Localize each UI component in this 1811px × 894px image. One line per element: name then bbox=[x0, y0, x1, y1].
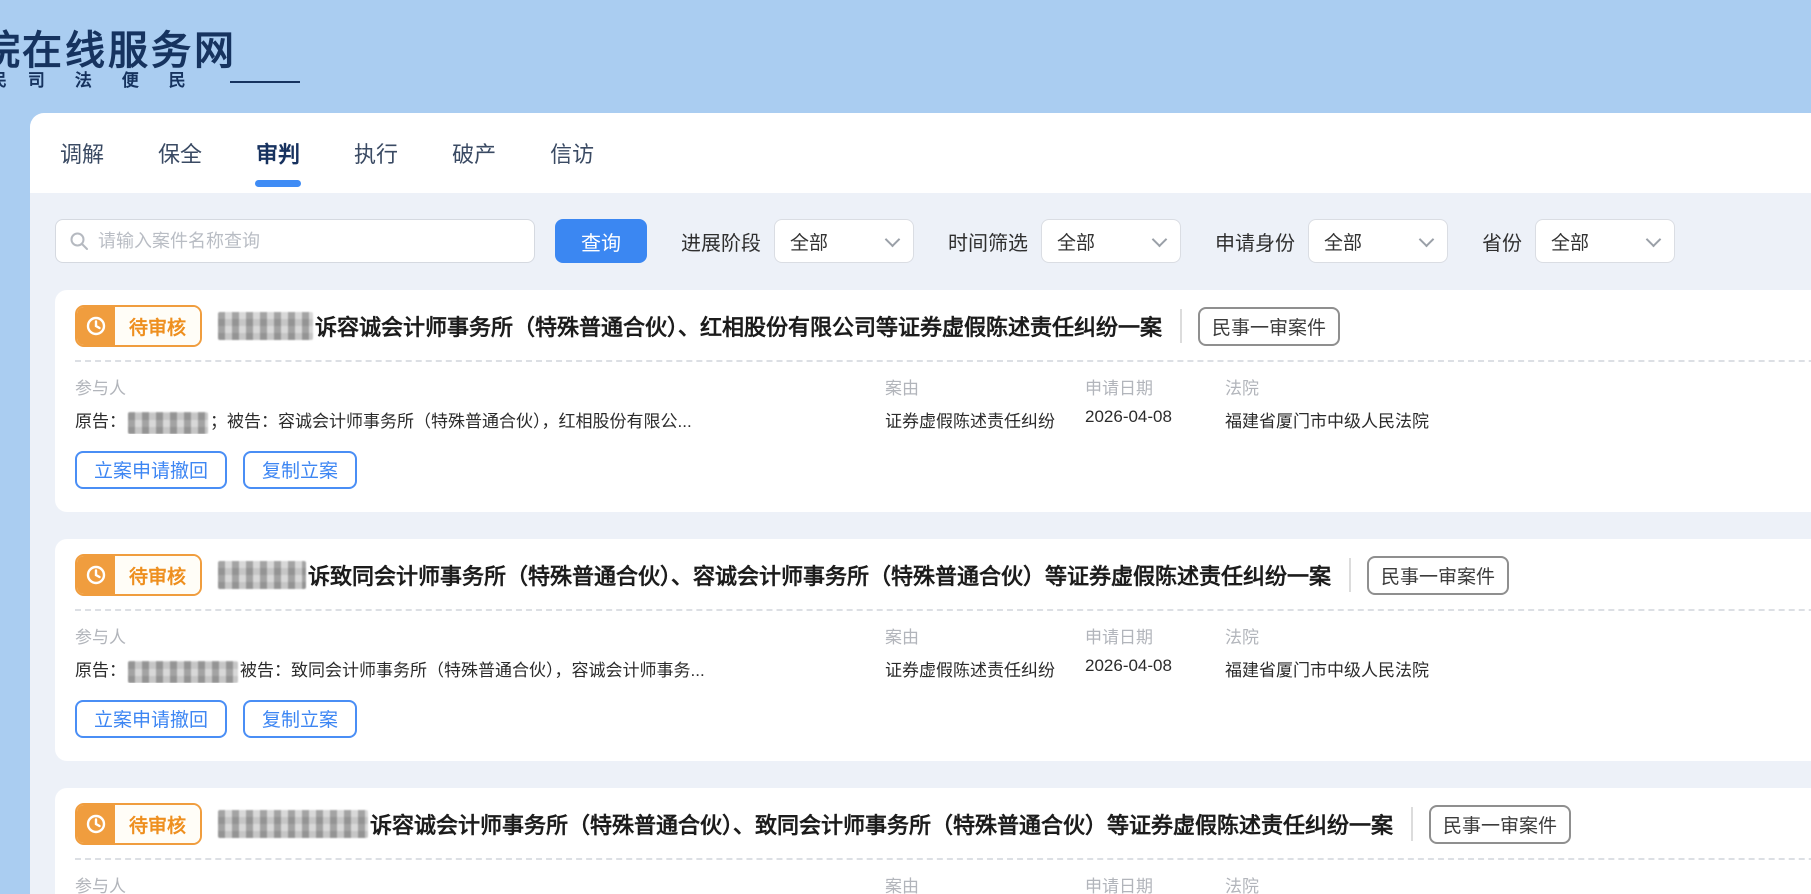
redacted-plaintiff-name bbox=[218, 810, 369, 838]
case-title-row: 待审核 诉致同会计师事务所（特殊普通合伙）、容诚会计师事务所（特殊普通合伙）等证… bbox=[75, 554, 1811, 596]
tab-bankruptcy[interactable]: 破产 bbox=[452, 113, 496, 193]
case-type-tag: 民事一审案件 bbox=[1198, 306, 1341, 346]
copy-filing-button[interactable]: 复制立案 bbox=[243, 699, 358, 738]
search-icon bbox=[70, 232, 88, 250]
province-select[interactable]: 全部 bbox=[1535, 219, 1675, 263]
cause-value: 证券虚假陈述责任纠纷 bbox=[885, 661, 1055, 680]
site-header: 院在线服务网 民 司 法 便 民 bbox=[0, 0, 1811, 100]
filter-progress-stage: 进展阶段 全部 bbox=[681, 219, 914, 263]
case-detail-grid: 参与人 原告： 被告：致同会计师事务所（特殊普通合伙），容诚会计师事务... 案由… bbox=[75, 623, 1811, 683]
cause-value: 证券虚假陈述责任纠纷 bbox=[885, 412, 1055, 431]
tab-petition[interactable]: 信访 bbox=[550, 113, 594, 193]
case-card: 待审核 诉容诚会计师事务所（特殊普通合伙）、致同会计师事务所（特殊普通合伙）等证… bbox=[55, 788, 1811, 894]
filter-label: 省份 bbox=[1482, 232, 1522, 255]
redacted-plaintiff-name bbox=[128, 411, 208, 434]
participants-value: 原告： ；被告：容诚会计师事务所（特殊普通合伙），红相股份有限公... bbox=[75, 407, 885, 434]
court-col: 法院 福建省厦门市中级人民法院 bbox=[1225, 623, 1811, 683]
filter-time: 时间筛选 全部 bbox=[948, 219, 1181, 263]
chevron-down-icon bbox=[1645, 231, 1662, 247]
main-panel: 调解 保全 审判 执行 破产 信访 查询 进展阶段 全部 bbox=[30, 113, 1811, 894]
withdraw-filing-button[interactable]: 立案申请撤回 bbox=[75, 450, 228, 489]
cause-col: 案由 证券虚假陈述责任纠纷 bbox=[885, 623, 1085, 683]
case-type-tag: 民事一审案件 bbox=[1429, 804, 1572, 844]
clock-icon bbox=[77, 805, 115, 843]
filter-row: 查询 进展阶段 全部 时间筛选 全部 申请身份 全部 bbox=[55, 219, 1811, 263]
case-type-tag: 民事一审案件 bbox=[1367, 555, 1510, 595]
filter-label: 时间筛选 bbox=[948, 232, 1028, 255]
case-detail-grid: 参与人 原告： ；被告：容诚会计师事务所（特殊普通合伙），红相股份有限公... 案… bbox=[75, 374, 1811, 434]
progress-stage-select[interactable]: 全部 bbox=[774, 219, 914, 263]
tagline-text: 司 法 便 民 bbox=[27, 71, 198, 91]
chevron-down-icon bbox=[1418, 231, 1435, 247]
dashed-divider bbox=[75, 858, 1811, 860]
case-title: 诉容诚会计师事务所（特殊普通合伙）、红相股份有限公司等证券虚假陈述责任纠纷一案 bbox=[315, 315, 1163, 340]
status-badge: 待审核 bbox=[75, 554, 203, 596]
participants-col: 参与人 原告： 被告：致同会计师事务所（特殊普通合伙），容诚会计师事务... bbox=[75, 623, 885, 683]
date-col: 申请日期 bbox=[1085, 877, 1153, 894]
title-tag-divider bbox=[1349, 558, 1352, 592]
tab-enforcement[interactable]: 执行 bbox=[354, 113, 398, 193]
card-actions: 立案申请撤回 复制立案 bbox=[75, 699, 1811, 738]
clock-icon bbox=[77, 307, 115, 345]
tab-mediation[interactable]: 调解 bbox=[60, 113, 104, 193]
chevron-down-icon bbox=[884, 231, 901, 247]
date-value: 2026-04-08 bbox=[1085, 656, 1172, 675]
redacted-plaintiff-name bbox=[128, 660, 238, 683]
title-tag-divider bbox=[1411, 807, 1414, 841]
clock-icon bbox=[77, 556, 115, 594]
copy-filing-button[interactable]: 复制立案 bbox=[243, 450, 358, 489]
filter-label: 进展阶段 bbox=[681, 232, 761, 255]
time-filter-select[interactable]: 全部 bbox=[1041, 219, 1181, 263]
search-button[interactable]: 查询 bbox=[555, 219, 647, 263]
applicant-identity-select[interactable]: 全部 bbox=[1308, 219, 1448, 263]
content-area: 查询 进展阶段 全部 时间筛选 全部 申请身份 全部 bbox=[30, 193, 1811, 894]
status-badge-label: 待审核 bbox=[115, 307, 201, 345]
tab-bar: 调解 保全 审判 执行 破产 信访 bbox=[30, 113, 1811, 193]
cause-col: 案由 bbox=[885, 877, 919, 894]
participants-col: 参与人 bbox=[75, 877, 126, 894]
redacted-plaintiff-name bbox=[218, 312, 314, 340]
status-badge: 待审核 bbox=[75, 305, 203, 347]
status-badge-label: 待审核 bbox=[115, 805, 201, 843]
participants-col: 参与人 原告： ；被告：容诚会计师事务所（特殊普通合伙），红相股份有限公... bbox=[75, 374, 885, 434]
dashed-divider bbox=[75, 609, 1811, 611]
date-col: 申请日期 2026-04-08 bbox=[1085, 374, 1225, 434]
tab-trial[interactable]: 审判 bbox=[255, 113, 302, 193]
chevron-down-icon bbox=[1151, 231, 1168, 247]
tagline-rule bbox=[229, 80, 300, 83]
case-title: 诉致同会计师事务所（特殊普通合伙）、容诚会计师事务所（特殊普通合伙）等证券虚假陈… bbox=[308, 564, 1332, 589]
case-detail-grid: 参与人 案由 申请日期 法院 bbox=[75, 872, 1811, 894]
case-card: 待审核 诉容诚会计师事务所（特殊普通合伙）、红相股份有限公司等证券虚假陈述责任纠… bbox=[55, 290, 1811, 512]
case-title-row: 待审核 诉容诚会计师事务所（特殊普通合伙）、致同会计师事务所（特殊普通合伙）等证… bbox=[75, 803, 1811, 845]
tab-preservation[interactable]: 保全 bbox=[158, 113, 202, 193]
status-badge-label: 待审核 bbox=[115, 556, 201, 594]
date-value: 2026-04-08 bbox=[1085, 407, 1172, 426]
case-card: 待审核 诉致同会计师事务所（特殊普通合伙）、容诚会计师事务所（特殊普通合伙）等证… bbox=[55, 539, 1811, 761]
court-value: 福建省厦门市中级人民法院 bbox=[1225, 412, 1429, 431]
court-col: 法院 福建省厦门市中级人民法院 bbox=[1225, 374, 1811, 434]
search-input[interactable] bbox=[55, 219, 535, 263]
active-tab-underline bbox=[255, 180, 302, 187]
withdraw-filing-button[interactable]: 立案申请撤回 bbox=[75, 699, 228, 738]
redacted-plaintiff-name bbox=[218, 561, 307, 589]
search-wrap bbox=[55, 219, 535, 263]
filter-label: 申请身份 bbox=[1215, 232, 1295, 255]
participants-value: 原告： 被告：致同会计师事务所（特殊普通合伙），容诚会计师事务... bbox=[75, 656, 885, 683]
court-col: 法院 bbox=[1225, 877, 1259, 894]
cause-col: 案由 证券虚假陈述责任纠纷 bbox=[885, 374, 1085, 434]
court-value: 福建省厦门市中级人民法院 bbox=[1225, 661, 1429, 680]
site-tagline: 民 司 法 便 民 bbox=[0, 66, 300, 91]
filter-province: 省份 全部 bbox=[1482, 219, 1675, 263]
dashed-divider bbox=[75, 360, 1811, 362]
case-title-row: 待审核 诉容诚会计师事务所（特殊普通合伙）、红相股份有限公司等证券虚假陈述责任纠… bbox=[75, 305, 1811, 347]
date-col: 申请日期 2026-04-08 bbox=[1085, 623, 1225, 683]
case-title: 诉容诚会计师事务所（特殊普通合伙）、致同会计师事务所（特殊普通合伙）等证券虚假陈… bbox=[370, 813, 1394, 838]
tagline-clipped-char: 民 bbox=[0, 66, 10, 91]
filter-applicant-identity: 申请身份 全部 bbox=[1215, 219, 1448, 263]
status-badge: 待审核 bbox=[75, 803, 203, 845]
card-actions: 立案申请撤回 复制立案 bbox=[75, 450, 1811, 489]
title-tag-divider bbox=[1180, 309, 1183, 343]
